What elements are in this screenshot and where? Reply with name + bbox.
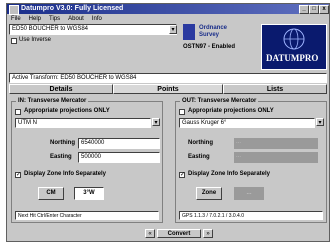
active-transform-bar: Active Transform: ED50 BOUCHER to WGS84 (9, 73, 327, 83)
in-group-title: IN: Transverse Mercator (16, 98, 89, 104)
ordnance-survey-logo: Ordnance Survey OSTN97 - Enabled (183, 24, 251, 54)
prev-arrow-button[interactable]: « (145, 229, 155, 238)
use-inverse-label: Use Inverse (19, 37, 52, 43)
in-projection-arrow-icon[interactable]: ▾ (152, 118, 160, 126)
tab-lists[interactable]: Lists (223, 84, 327, 94)
title-bar: Datumpro V3.0: Fully Licensed _ □ x (7, 4, 329, 15)
use-inverse-checkbox[interactable] (11, 38, 17, 44)
in-zone-value[interactable]: 3°W (74, 187, 104, 200)
out-easting-value: ... (236, 153, 242, 159)
in-easting-value: 500000 (81, 154, 102, 160)
tab-points[interactable]: Points (113, 84, 223, 94)
in-status-text: Next Hit Ctrl/Enter Character (18, 213, 82, 219)
out-northing-value: ... (236, 139, 242, 145)
out-easting-label: Easting (188, 154, 210, 160)
close-button[interactable]: x (319, 5, 329, 14)
out-display-checkbox[interactable]: ✓ (179, 172, 185, 178)
out-approx-checkbox[interactable] (179, 109, 185, 115)
convert-button[interactable]: Convert (157, 229, 201, 238)
in-display-label: Display Zone Info Separately (24, 171, 107, 177)
menu-bar: File Help Tips About Info (7, 15, 329, 23)
brand-text: DATUMPRO (266, 53, 319, 63)
window-title: Datumpro V3.0: Fully Licensed (21, 5, 124, 12)
in-display-checkbox[interactable]: ✓ (15, 172, 21, 178)
in-northing-value: 6540000 (81, 140, 105, 146)
tab-strip: Details Points Lists (9, 84, 327, 95)
menu-file[interactable]: File (11, 16, 21, 22)
in-northing-label: Northing (50, 140, 75, 146)
out-northing-label: Northing (188, 140, 213, 146)
out-zone-button[interactable]: Zone (196, 187, 222, 200)
in-approx-checkbox[interactable] (15, 109, 21, 115)
out-easting-output: ... (234, 152, 318, 163)
out-display-label: Display Zone Info Separately (188, 171, 271, 177)
survey-line3: OSTN97 - Enabled (183, 44, 236, 50)
transform-dropdown-arrow[interactable]: ▾ (169, 25, 177, 34)
active-transform-text: Active Transform: ED50 BOUCHER to WGS84 (12, 75, 137, 81)
out-projection-arrow-icon[interactable]: ▾ (316, 118, 324, 126)
menu-info[interactable]: Info (92, 16, 102, 22)
in-projection-select[interactable]: UTM N (15, 118, 151, 128)
next-arrow-button[interactable]: » (203, 229, 213, 238)
out-group-title: OUT: Transverse Mercator (180, 98, 259, 104)
in-group: IN: Transverse Mercator Appropriate proj… (11, 98, 163, 223)
datumpro-window: Datumpro V3.0: Fully Licensed _ □ x File… (6, 3, 330, 242)
survey-emblem-icon (183, 24, 195, 40)
in-easting-input[interactable]: 500000 (78, 152, 160, 163)
survey-line1: Ordnance (199, 25, 228, 31)
in-cm-button[interactable]: CM (38, 187, 64, 200)
menu-tips[interactable]: Tips (49, 16, 60, 22)
globe-icon (283, 28, 305, 50)
out-projection-value: Gauss Kruger 6° (182, 120, 227, 126)
out-status-bar: GPS 1.1.3 / 7.0.2.1 / 3.0.4.0 (179, 211, 323, 220)
datumpro-logo: DATUMPRO (261, 24, 327, 70)
out-group: OUT: Transverse Mercator Appropriate pro… (175, 98, 327, 223)
minimize-button[interactable]: _ (299, 5, 309, 14)
in-approx-label: Appropriate projections ONLY (24, 108, 110, 114)
tab-details[interactable]: Details (9, 84, 113, 94)
out-projection-select[interactable]: Gauss Kruger 6° (179, 118, 315, 128)
app-icon (9, 5, 19, 15)
in-projection-value: UTM N (18, 120, 37, 126)
out-approx-label: Appropriate projections ONLY (188, 108, 274, 114)
transform-select[interactable]: ED50 BOUCHER to WGS84 (9, 24, 177, 35)
menu-about[interactable]: About (68, 16, 84, 22)
survey-line2: Survey (199, 32, 220, 38)
transform-select-value: ED50 BOUCHER to WGS84 (12, 26, 89, 32)
out-zone-value: ... (234, 187, 264, 200)
out-northing-output: ... (234, 138, 318, 149)
maximize-button[interactable]: □ (309, 5, 319, 14)
in-status-bar: Next Hit Ctrl/Enter Character (15, 211, 159, 220)
out-status-text: GPS 1.1.3 / 7.0.2.1 / 3.0.4.0 (182, 213, 244, 219)
in-northing-input[interactable]: 6540000 (78, 138, 160, 149)
menu-help[interactable]: Help (29, 16, 41, 22)
in-easting-label: Easting (50, 154, 72, 160)
